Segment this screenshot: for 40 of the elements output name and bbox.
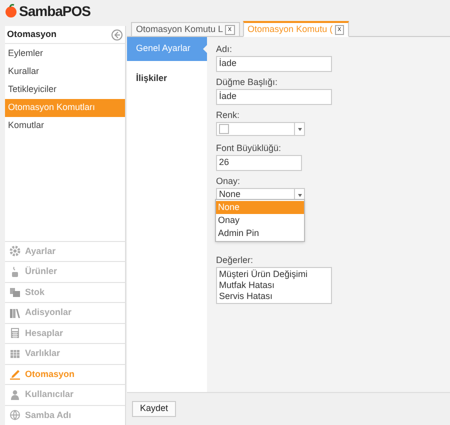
input-field[interactable]: İade (216, 56, 332, 72)
tab-label: Otomasyon Komutu ( (248, 22, 333, 36)
sidebar-item[interactable]: Eylemler (5, 45, 125, 63)
caret-icon (298, 128, 302, 130)
list-item[interactable]: Müşteri Ürün Değişimi (219, 269, 329, 280)
logo-text: SambaPOS (19, 2, 90, 20)
input-field[interactable]: 26 (216, 155, 302, 171)
dropdown-option[interactable]: Onay (216, 214, 304, 227)
field-label: Adı: (216, 43, 234, 55)
calculator-icon (9, 327, 21, 340)
boxes-icon (9, 286, 21, 298)
field-label: Onay: (216, 175, 242, 187)
globe-icon (9, 409, 21, 422)
dropdown-option[interactable]: Admin Pin (216, 227, 304, 240)
sidebar-item[interactable]: Tetikleyiciler (5, 81, 125, 99)
section-item[interactable]: İlişkiler (127, 67, 207, 91)
field-label: Düğme Başlığı: (216, 76, 279, 88)
field-label: Renk: (216, 109, 241, 121)
field-label: Font Büyüklüğü: (216, 142, 282, 154)
sidebar-item[interactable]: Komutlar (5, 117, 125, 135)
caret-icon (298, 194, 302, 196)
dropdown-field[interactable] (216, 122, 305, 136)
books-icon (9, 306, 21, 319)
field-label: Değerler: (216, 254, 254, 266)
color-swatch (219, 124, 229, 134)
sidebar-item[interactable]: Kurallar (5, 63, 125, 81)
list-item[interactable]: Mutfak Hatası (219, 280, 329, 291)
logo-icon (4, 4, 18, 18)
list-item[interactable]: Servis Hatası (219, 291, 329, 302)
person-icon (9, 388, 21, 401)
sidebar-title: Otomasyon (7, 28, 57, 41)
grid-icon (9, 348, 21, 360)
input-field[interactable]: İade (216, 89, 332, 105)
back-icon[interactable] (111, 28, 123, 40)
cup-icon (9, 266, 21, 278)
pen-icon (9, 368, 21, 380)
save-button[interactable]: Kaydet (132, 401, 176, 417)
values-list[interactable]: Müşteri Ürün Değişimi Mutfak Hatası Servis Hatası (216, 267, 332, 304)
gear-icon (9, 245, 21, 258)
tab-label: Otomasyon Komutu L (136, 22, 224, 36)
